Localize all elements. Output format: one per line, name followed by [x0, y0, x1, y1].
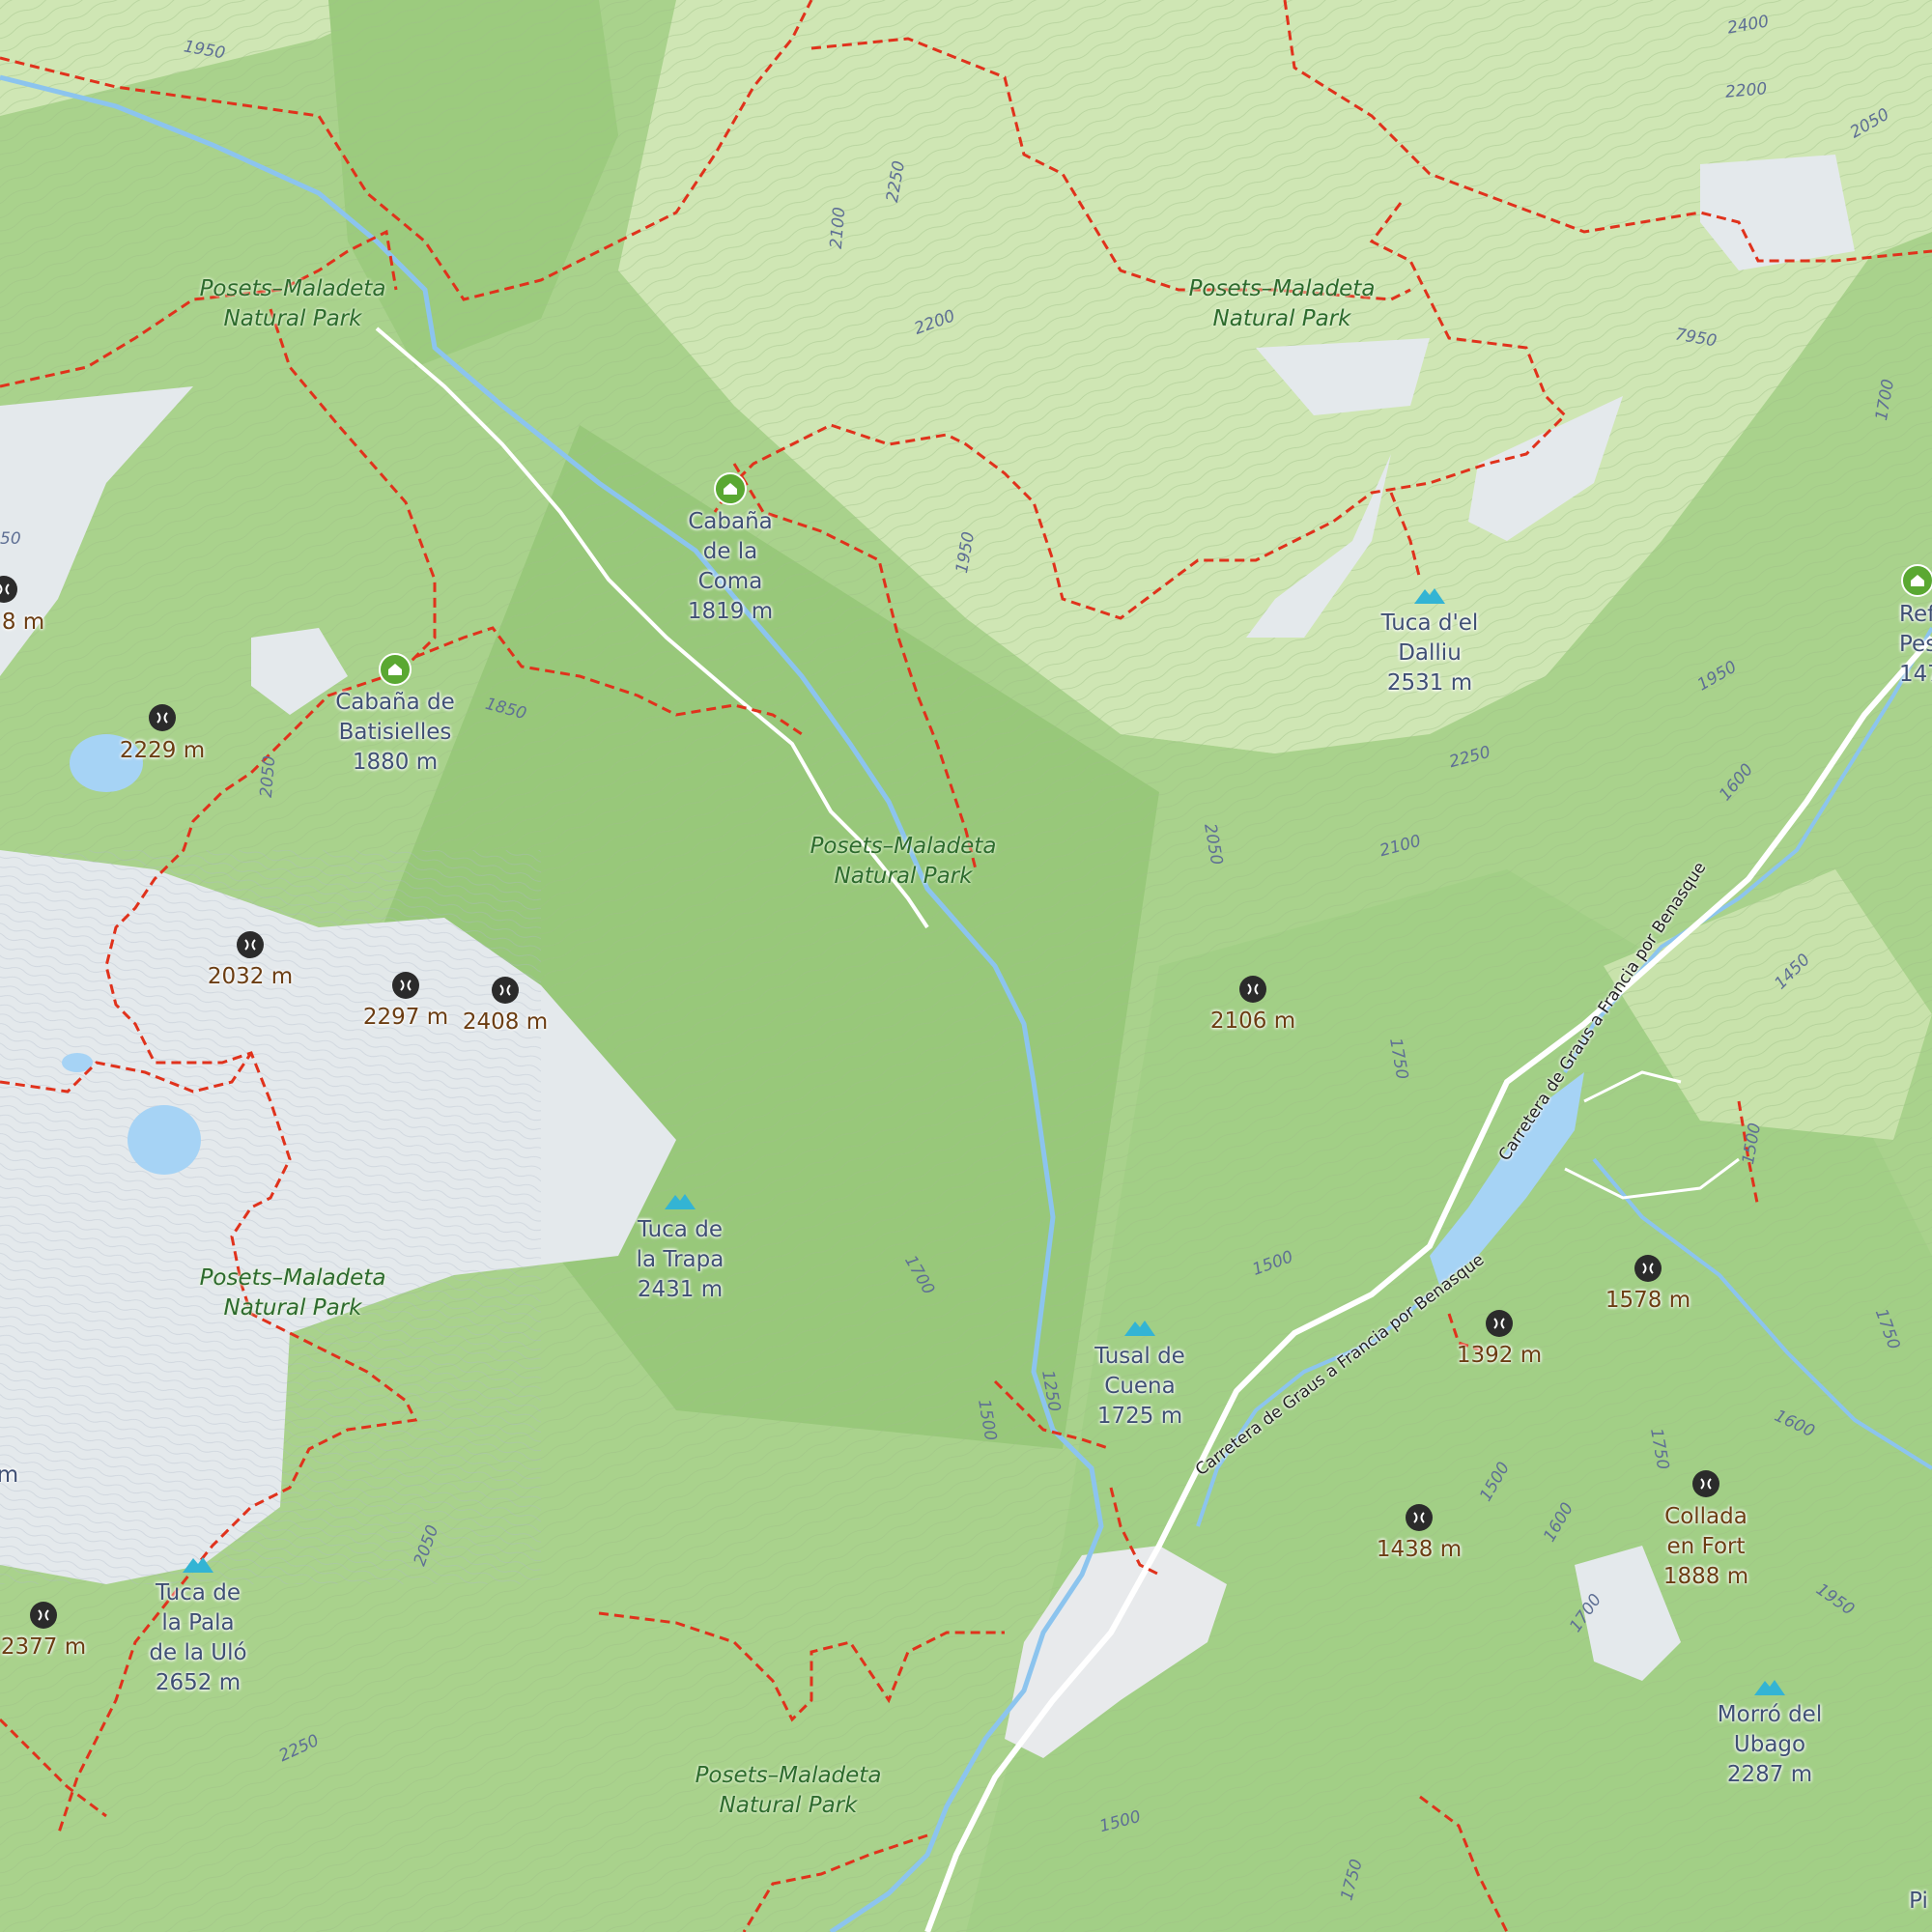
hut-label: Cabaña de la Coma 1819 m	[687, 509, 774, 624]
lake	[128, 1105, 201, 1175]
peak-icon[interactable]	[1753, 1677, 1786, 1696]
hut-icon[interactable]	[714, 472, 747, 505]
pass-label: 8 m	[1, 610, 45, 635]
peak-icon[interactable]	[1123, 1318, 1156, 1337]
hut-label: Cabaña de Batisielles 1880 m	[335, 690, 455, 775]
peak-label: Morró del Ubago 2287 m	[1717, 1702, 1823, 1787]
topographic-map[interactable]: 1950 2400 2200 2050 2250 2100 2200 7950 …	[0, 0, 1932, 1932]
peak-label: Tuca d'el Dalliu 2531 m	[1380, 611, 1479, 696]
pass-label: 2032 m	[207, 964, 294, 989]
pass-label: 2408 m	[462, 1009, 549, 1035]
mountain-pass-icon[interactable]	[1692, 1470, 1719, 1497]
edge-label: m	[0, 1463, 19, 1488]
hut-icon[interactable]	[379, 653, 412, 686]
peak-label: Tuca de la Pala de la Uló 2652 m	[149, 1580, 247, 1695]
edge-label: Pi	[1909, 1889, 1928, 1914]
rock-contour-texture	[0, 850, 541, 1584]
mountain-pass-icon[interactable]	[1406, 1504, 1433, 1531]
hut-icon[interactable]	[1901, 564, 1932, 597]
peak-icon[interactable]	[182, 1554, 214, 1574]
park-label: Posets–Maladeta Natural Park	[1188, 276, 1376, 331]
mountain-pass-icon[interactable]	[149, 704, 176, 731]
mountain-pass-icon[interactable]	[1239, 976, 1266, 1003]
pass-label: Collada en Fort 1888 m	[1662, 1504, 1749, 1589]
mountain-pass-icon[interactable]	[0, 576, 17, 603]
park-label: Posets–Maladeta Natural Park	[199, 276, 386, 331]
contour-label: 2050	[256, 754, 280, 799]
contour-label: 2100	[826, 206, 850, 250]
peak-icon[interactable]	[664, 1191, 696, 1210]
pass-label: 2377 m	[0, 1634, 87, 1660]
pass-label: 2229 m	[119, 738, 206, 763]
pass-label: 1438 m	[1376, 1537, 1463, 1562]
park-label: Posets–Maladeta Natural Park	[810, 834, 997, 889]
pass-label: 1392 m	[1456, 1343, 1543, 1368]
pass-label: 2106 m	[1209, 1009, 1296, 1034]
mountain-pass-icon[interactable]	[392, 972, 419, 999]
peak-label: Tuca de la Trapa 2431 m	[636, 1217, 724, 1302]
pass-label: 1578 m	[1605, 1288, 1691, 1313]
park-label: Posets–Maladeta Natural Park	[199, 1265, 386, 1321]
pass-label: 2297 m	[362, 1005, 449, 1030]
mountain-pass-icon[interactable]	[1486, 1310, 1513, 1337]
mountain-pass-icon[interactable]	[30, 1602, 57, 1629]
contour-label: 2200	[1724, 79, 1769, 102]
peak-icon[interactable]	[1413, 585, 1446, 605]
contour-label: 50	[0, 529, 21, 549]
mountain-pass-icon[interactable]	[492, 977, 519, 1004]
hut-label: RefugiPescad1472	[1899, 602, 1932, 687]
mountain-pass-icon[interactable]	[1634, 1255, 1662, 1282]
peak-label: Tusal de Cuena 1725 m	[1094, 1344, 1185, 1429]
mountain-pass-icon[interactable]	[237, 931, 264, 958]
park-label: Posets–Maladeta Natural Park	[695, 1763, 882, 1818]
